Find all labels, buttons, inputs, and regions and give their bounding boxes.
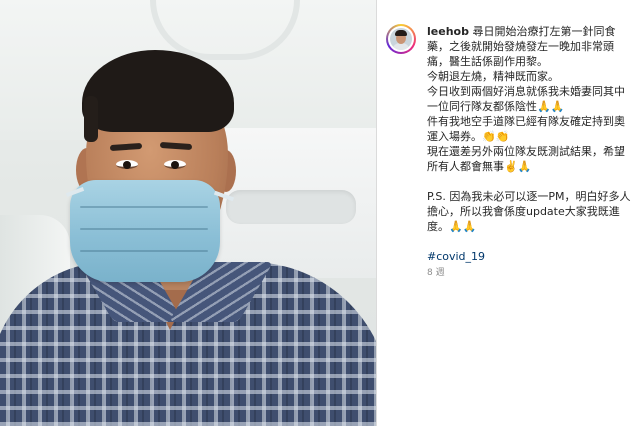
avatar-hair: [395, 30, 407, 36]
avatar-body: [392, 43, 410, 50]
photo-mask-fold: [80, 206, 208, 208]
caption-paragraph: 今朝退左燒，精神既而家。: [427, 70, 559, 83]
photo-bed-slot: [226, 190, 356, 224]
caption-ps: P.S. 因為我未必可以逐一PM，明白好多人擔心，所以我會係度update大家我…: [427, 190, 631, 233]
avatar-image: [390, 28, 412, 50]
post-timestamp[interactable]: 8 週: [427, 265, 445, 278]
caption-paragraph: leehob 尋日開始治療打左第一針同食藥，之後就開始發燒發左一晚加非常頭痛，醫…: [427, 24, 632, 69]
avatar-icon[interactable]: [386, 24, 416, 54]
post-photo[interactable]: [0, 0, 376, 426]
caption-panel: leehob 尋日開始治療打左第一針同食藥，之後就開始發燒發左一晚加非常頭痛，醫…: [377, 0, 640, 426]
photo-pupil-left: [123, 161, 131, 169]
avatar-ring-inner: [388, 26, 414, 52]
instagram-post: leehob 尋日開始治療打左第一針同食藥，之後就開始發燒發左一晚加非常頭痛，醫…: [0, 0, 640, 426]
photo-sideburn: [84, 96, 98, 142]
caption-paragraph: 件有我地空手道隊已經有隊友確定持到奧運入場券。👏👏: [427, 115, 625, 143]
photo-mask-fold: [80, 250, 208, 252]
caption-text: leehob 尋日開始治療打左第一針同食藥，之後就開始發燒發左一晚加非常頭痛，醫…: [427, 24, 632, 264]
caption-paragraph: 現在還差另外兩位隊友既測試結果，希望所有人都會無事✌️🙏: [427, 145, 625, 173]
caption-paragraph: 今日收到兩個好消息就係我未婚妻同其中一位同行隊友都係陰性🙏🙏: [427, 85, 625, 113]
photo-mask-fold: [80, 228, 208, 230]
hashtag-link[interactable]: #covid_19: [427, 250, 485, 263]
photo-pupil-right: [171, 161, 179, 169]
username-link[interactable]: leehob: [427, 25, 469, 38]
photo-face-mask: [70, 180, 220, 282]
